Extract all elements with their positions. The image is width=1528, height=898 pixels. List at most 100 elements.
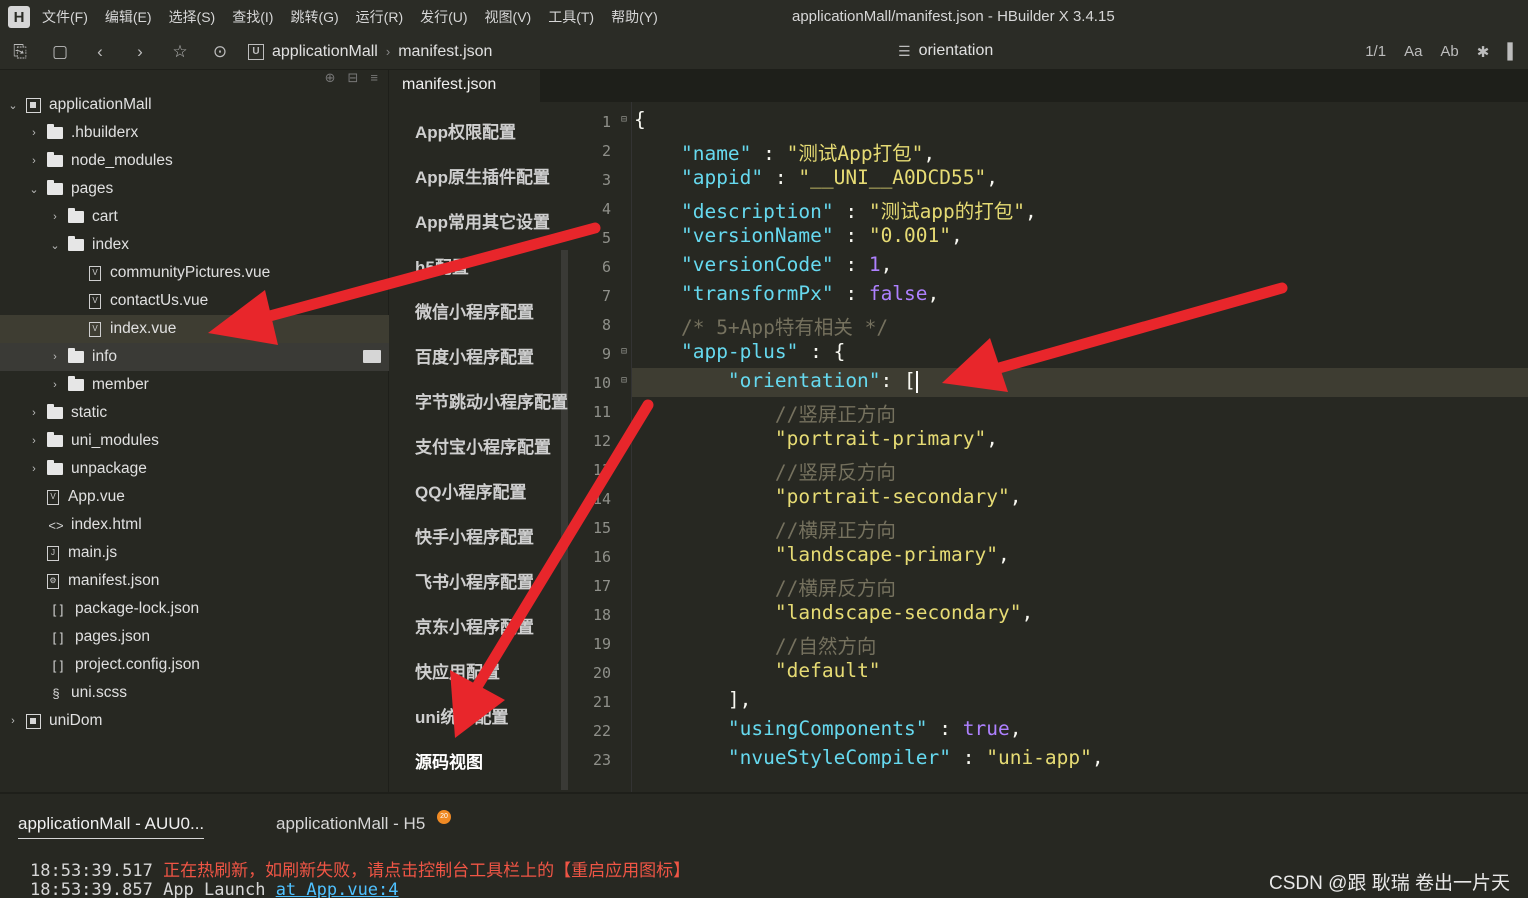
regex-icon[interactable]: ✱ — [1477, 43, 1490, 61]
code-line[interactable]: //横屏反方向 — [634, 572, 896, 601]
menu-icon[interactable]: ≡ — [370, 70, 378, 90]
menu-item-5[interactable]: 运行(R) — [356, 7, 403, 27]
tree-item[interactable]: › static — [0, 399, 389, 427]
tree-item[interactable]: [ ] project.config.json — [0, 651, 389, 679]
config-nav-item[interactable]: 飞书小程序配置 — [415, 568, 534, 593]
log-source-link[interactable]: at App.vue:4 — [276, 880, 399, 898]
code-line[interactable]: //自然方向 — [634, 630, 876, 659]
config-nav-item[interactable]: 京东小程序配置 — [415, 613, 534, 638]
chevron-right-icon[interactable]: › — [27, 127, 41, 139]
breadcrumb-file[interactable]: manifest.json — [398, 43, 492, 61]
breadcrumb-project[interactable]: applicationMall — [272, 43, 378, 61]
menu-item-4[interactable]: 跳转(G) — [290, 7, 338, 27]
code-line[interactable]: "name" : "测试App打包", — [634, 137, 935, 166]
tab-manifest-json[interactable]: manifest.json — [390, 70, 540, 102]
tree-item[interactable]: Vindex.vue — [0, 315, 389, 343]
menu-item-7[interactable]: 视图(V) — [485, 7, 532, 27]
forward-icon[interactable]: › — [120, 42, 160, 62]
tree-item[interactable]: › node_modules — [0, 147, 389, 175]
menu-item-3[interactable]: 查找(I) — [232, 7, 273, 27]
tree-item[interactable]: › uniDom — [0, 707, 389, 735]
code-line[interactable]: { — [634, 108, 646, 131]
code-line[interactable]: "versionCode" : 1, — [634, 253, 892, 276]
chevron-right-icon[interactable]: › — [27, 435, 41, 447]
code-line[interactable]: "app-plus" : { — [634, 340, 845, 363]
code-line[interactable]: //横屏正方向 — [634, 514, 896, 543]
menu-item-2[interactable]: 选择(S) — [169, 7, 216, 27]
config-nav-item[interactable]: 字节跳动小程序配置 — [415, 388, 568, 413]
config-nav-item[interactable]: 支付宝小程序配置 — [415, 433, 551, 458]
code-line[interactable]: "default" — [634, 659, 881, 682]
menu-item-0[interactable]: 文件(F) — [42, 7, 88, 27]
config-nav-item[interactable]: App常用其它设置 — [415, 208, 550, 233]
tree-item[interactable]: Jmain.js — [0, 539, 389, 567]
fold-toggle-icon[interactable]: ⊟ — [621, 114, 627, 125]
new-file-icon[interactable]: ⎘ — [0, 42, 40, 62]
code-line[interactable]: //竖屏反方向 — [634, 456, 896, 485]
chevron-down-icon[interactable]: ⌄ — [48, 239, 62, 252]
search-box[interactable]: ☰ orientation — [898, 42, 993, 60]
menu-item-9[interactable]: 帮助(Y) — [611, 7, 658, 27]
code-line[interactable]: "transformPx" : false, — [634, 282, 939, 305]
menu-item-1[interactable]: 编辑(E) — [105, 7, 152, 27]
menu-item-8[interactable]: 工具(T) — [548, 7, 594, 27]
code-line[interactable]: "portrait-secondary", — [634, 485, 1022, 508]
tree-item[interactable]: <> index.html — [0, 511, 389, 539]
search-input[interactable]: orientation — [919, 42, 994, 60]
tree-item[interactable]: [ ] pages.json — [0, 623, 389, 651]
code-editor[interactable]: 1 ⊟ 2 3 4 5 6 7 8 9 ⊟ 10 ⊟ 11 12 13 14 15 16 17 18 19 20 21 22 23… — [570, 102, 1528, 792]
tree-item[interactable]: V App.vue — [0, 483, 389, 511]
chevron-right-icon[interactable]: › — [48, 379, 62, 391]
console-tab-app[interactable]: applicationMall - AUU0... — [18, 814, 205, 839]
tree-item[interactable]: ⌄ pages — [0, 175, 389, 203]
fold-toggle-icon[interactable]: ⊟ — [621, 346, 627, 357]
tree-item[interactable]: ⌄ applicationMall — [0, 91, 389, 119]
code-line[interactable]: "usingComponents" : true, — [634, 717, 1022, 740]
chevron-right-icon[interactable]: › — [27, 155, 41, 167]
chevron-right-icon[interactable]: › — [27, 463, 41, 475]
config-nav-item[interactable]: 百度小程序配置 — [415, 343, 534, 368]
collapse-icon[interactable]: ⊟ — [348, 70, 359, 90]
code-line[interactable]: //竖屏正方向 — [634, 398, 896, 427]
chevron-right-icon[interactable]: › — [48, 351, 62, 363]
tree-item[interactable]: › info — [0, 343, 389, 371]
chevron-right-icon[interactable]: › — [27, 407, 41, 419]
code-line[interactable]: "orientation": [ — [634, 369, 918, 393]
config-nav-item[interactable]: 快手小程序配置 — [415, 523, 534, 548]
code-line[interactable]: /* 5+App特有相关 */ — [634, 311, 888, 340]
config-nav-item[interactable]: h5配置 — [415, 253, 469, 278]
tree-item[interactable]: › .hbuilderx — [0, 119, 389, 147]
tree-item[interactable]: ⌄ index — [0, 231, 389, 259]
tree-item[interactable]: › unpackage — [0, 455, 389, 483]
tree-item[interactable]: › uni_modules — [0, 427, 389, 455]
config-nav-item[interactable]: QQ小程序配置 — [415, 478, 526, 503]
config-nav-item[interactable]: 微信小程序配置 — [415, 298, 534, 323]
config-nav-scrollbar[interactable] — [561, 250, 568, 790]
tree-item[interactable]: VcommunityPictures.vue — [0, 259, 389, 287]
config-nav-item[interactable]: App原生插件配置 — [415, 163, 550, 188]
code-line[interactable]: "landscape-primary", — [634, 543, 1010, 566]
tree-item[interactable]: › member — [0, 371, 389, 399]
run-icon[interactable]: ⊙ — [200, 42, 240, 62]
match-case-button[interactable]: Aa — [1404, 43, 1422, 61]
config-nav-item[interactable]: 快应用配置 — [415, 658, 500, 683]
console-tab-h5[interactable]: applicationMall - H5 — [276, 814, 425, 834]
chevron-down-icon[interactable]: ⌄ — [27, 183, 41, 196]
code-line[interactable]: "description" : "测试app的打包", — [634, 195, 1037, 224]
code-line[interactable]: "portrait-primary", — [634, 427, 998, 450]
tree-item[interactable]: VcontactUs.vue — [0, 287, 389, 315]
config-nav-item[interactable]: uni统计配置 — [415, 703, 509, 728]
tree-item[interactable]: ⚙ manifest.json — [0, 567, 389, 595]
code-line[interactable]: "versionName" : "0.001", — [634, 224, 963, 247]
fold-toggle-icon[interactable]: ⊟ — [621, 375, 627, 386]
chevron-down-icon[interactable]: ⌄ — [6, 99, 20, 112]
whole-word-button[interactable]: Ab — [1440, 43, 1458, 61]
code-line[interactable]: "landscape-secondary", — [634, 601, 1033, 624]
code-line[interactable]: ], — [634, 688, 752, 711]
chevron-right-icon[interactable]: › — [48, 211, 62, 223]
open-folder-icon[interactable] — [363, 350, 381, 363]
code-line[interactable]: "nvueStyleCompiler" : "uni-app", — [634, 746, 1104, 769]
menu-item-6[interactable]: 发行(U) — [420, 7, 467, 27]
config-nav-item[interactable]: 源码视图 — [415, 748, 483, 773]
tree-item[interactable]: › cart — [0, 203, 389, 231]
